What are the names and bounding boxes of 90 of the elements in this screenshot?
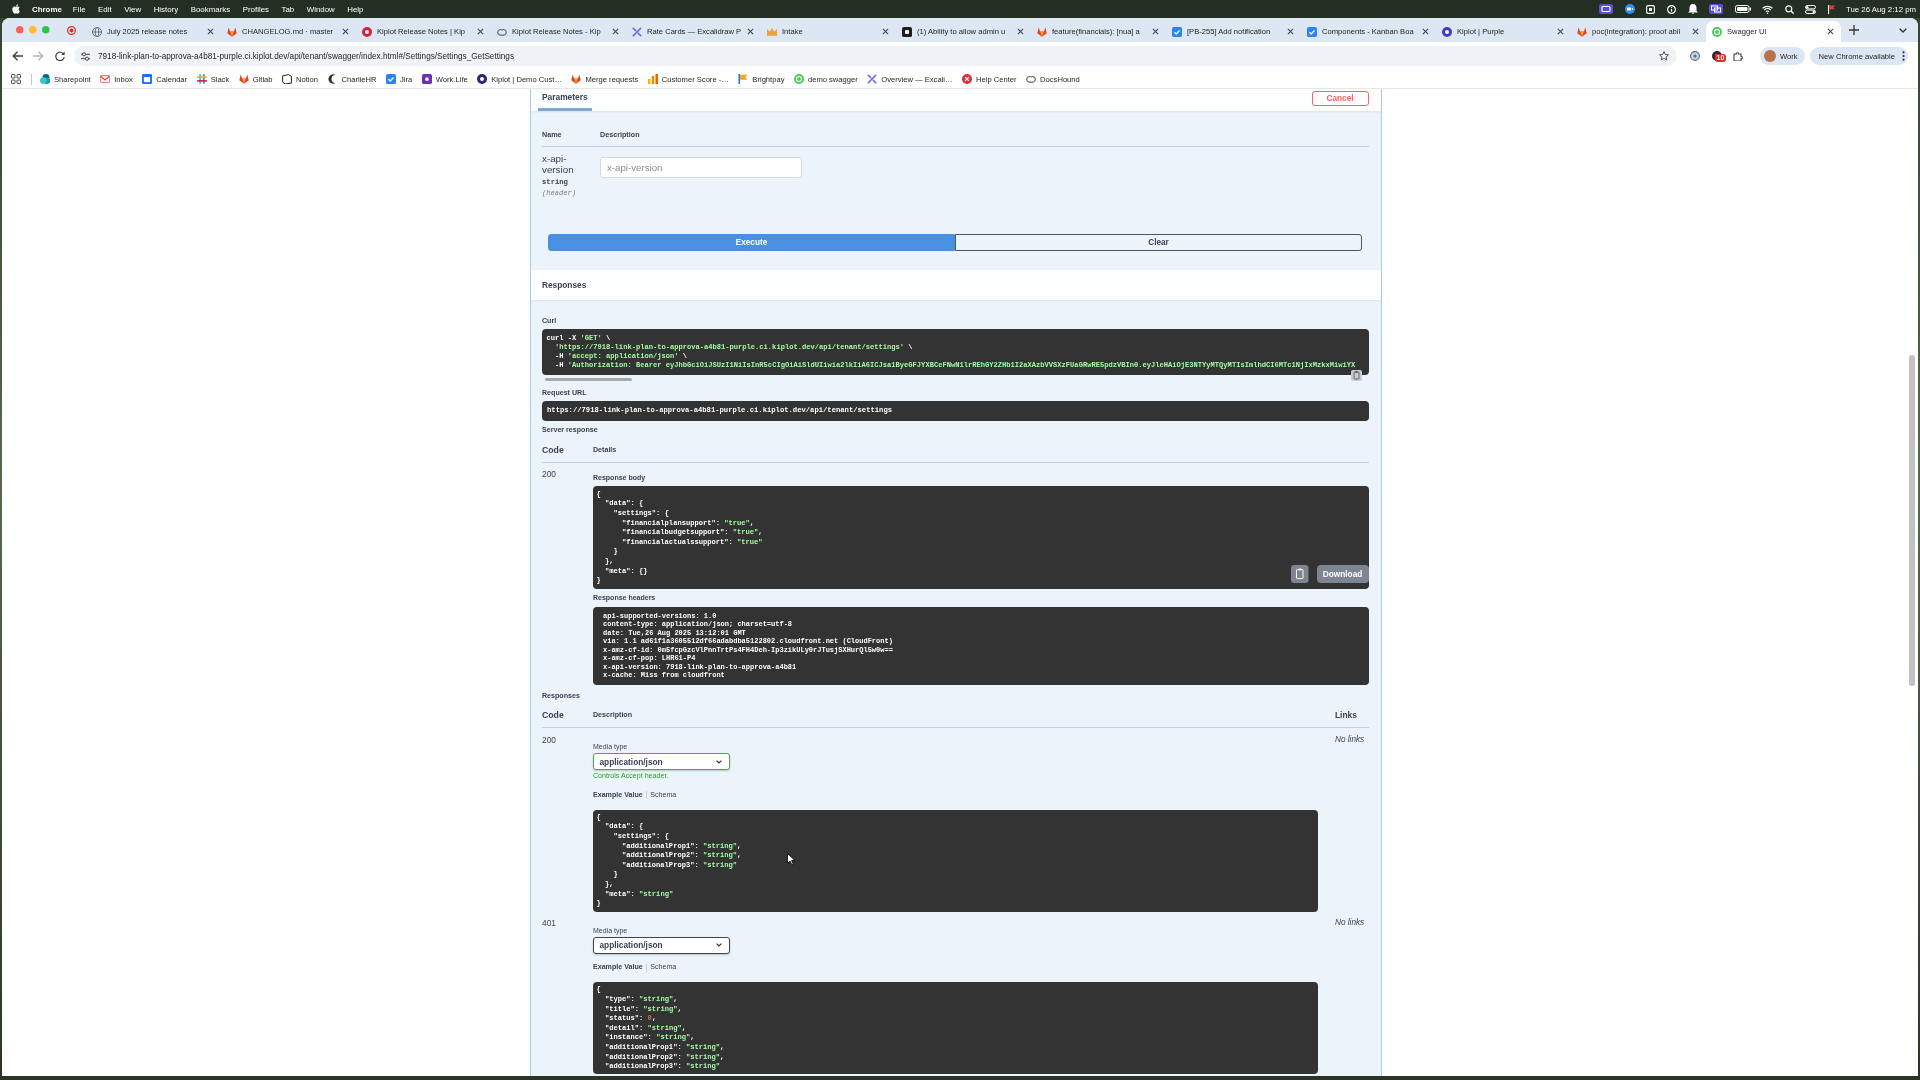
section-title: Responses <box>542 279 587 290</box>
close-icon[interactable] <box>1827 28 1834 35</box>
chevron-down-icon <box>716 759 722 764</box>
overlapping-circles-icon <box>40 74 50 84</box>
flag-icon[interactable] <box>1828 4 1836 14</box>
camera-icon[interactable] <box>1624 4 1635 14</box>
scrollbar-thumb[interactable] <box>1909 355 1915 686</box>
bell-icon[interactable] <box>1687 4 1698 14</box>
flag-icon <box>738 74 749 84</box>
round-logo-icon <box>477 74 488 84</box>
sliders-icon[interactable] <box>80 51 90 61</box>
tick-tile-icon <box>386 74 397 84</box>
globe-icon <box>92 26 102 37</box>
input-field[interactable]: x-api-version <box>600 156 802 178</box>
cloud-icon <box>1026 74 1037 84</box>
links-text: No links <box>1335 734 1366 746</box>
fox-icon <box>227 26 237 37</box>
bar-chart-icon <box>647 74 658 84</box>
media-type-select[interactable]: application/json <box>593 936 730 954</box>
close-icon[interactable] <box>1422 28 1429 35</box>
fox-icon <box>1577 26 1587 37</box>
tick-tile-icon <box>1172 26 1182 37</box>
column-header: Code <box>542 444 565 456</box>
reload-icon[interactable] <box>54 51 65 61</box>
record-icon[interactable] <box>66 25 76 35</box>
close-icon[interactable] <box>747 28 754 35</box>
hash-icon <box>196 74 207 84</box>
status-code: 401 <box>542 918 557 931</box>
address-bar[interactable]: 7918-link-plan-to-approva-a4b81-purple.ci.kiplot.dev/api/tenant/swagger/index.html#/Settings/Settings_GetSettings <box>74 46 1677 66</box>
apps-grid-icon[interactable] <box>11 74 21 84</box>
screen-icon[interactable] <box>1599 4 1614 14</box>
square-outline-icon <box>282 74 293 84</box>
round-logo-icon <box>1712 26 1722 37</box>
column-header: Code <box>542 709 565 721</box>
more-vertical-icon[interactable] <box>1902 51 1905 61</box>
info-circle-icon[interactable] <box>1666 4 1676 14</box>
close-icon[interactable] <box>342 28 349 35</box>
links-text: No links <box>1335 918 1366 930</box>
cloud-icon <box>497 26 507 37</box>
tile-logo-icon <box>421 74 432 84</box>
chevron-down-icon <box>716 943 722 948</box>
crossed-lines-icon <box>632 26 642 37</box>
fox-icon <box>571 74 582 84</box>
search-icon[interactable] <box>1784 4 1794 14</box>
close-icon[interactable] <box>1692 28 1699 35</box>
battery-icon[interactable] <box>1734 5 1751 13</box>
close-icon[interactable] <box>1557 28 1564 35</box>
close-icon[interactable] <box>882 28 889 35</box>
mouse-pointer-icon <box>787 853 795 865</box>
close-icon[interactable] <box>1017 28 1024 35</box>
fox-icon <box>1037 26 1047 37</box>
screen-mirroring-icon[interactable] <box>1709 4 1724 14</box>
clear-button[interactable]: Clear <box>955 233 1362 252</box>
crossed-lines-icon <box>867 74 878 84</box>
close-icon[interactable] <box>612 28 619 35</box>
close-icon[interactable] <box>1287 28 1294 35</box>
cross-circle-icon <box>962 74 973 84</box>
url-text: 7918-link-plan-to-approva-a4b81-purple.ci.kiplot.dev/api/tenant/swagger/index.html#/Settings/Settings_GetSettings <box>98 51 515 61</box>
plus-icon[interactable] <box>1849 25 1859 35</box>
apple-logo-icon[interactable] <box>12 4 20 14</box>
round-logo-icon <box>362 26 372 37</box>
round-logo-icon <box>1442 26 1452 37</box>
scrollbar-thumb[interactable] <box>544 377 632 381</box>
crown-icon <box>767 26 777 37</box>
square-icon[interactable] <box>1646 4 1656 14</box>
star-icon[interactable] <box>1659 51 1669 61</box>
chevron-down-icon[interactable] <box>1899 27 1907 33</box>
puzzle-icon[interactable] <box>1733 51 1743 61</box>
tick-tile-icon <box>1307 26 1317 37</box>
status-code: 200 <box>542 734 557 747</box>
square-logo-icon <box>902 26 912 37</box>
status-code: 200 <box>542 468 557 481</box>
section-tab[interactable]: Parameters <box>537 89 592 111</box>
envelope-icon <box>100 74 111 84</box>
copy-icon[interactable] <box>1291 565 1309 584</box>
ring-icon[interactable] <box>1690 51 1700 61</box>
close-icon[interactable] <box>477 28 484 35</box>
close-icon[interactable] <box>1152 28 1159 35</box>
column-header: Links <box>1335 709 1358 721</box>
avatar-icon <box>1764 50 1776 62</box>
close-icon[interactable] <box>207 28 214 35</box>
wifi-icon[interactable] <box>1762 4 1774 14</box>
download-button[interactable]: Download <box>1316 565 1369 584</box>
media-type-select[interactable]: application/json <box>593 753 730 771</box>
toggles-icon[interactable] <box>1805 4 1817 14</box>
round-logo-icon <box>793 74 804 84</box>
back-arrow-icon[interactable] <box>11 51 23 61</box>
calendar-icon <box>142 74 153 84</box>
parameter-name: x-api-version <box>542 153 575 176</box>
fox-icon <box>238 74 249 84</box>
